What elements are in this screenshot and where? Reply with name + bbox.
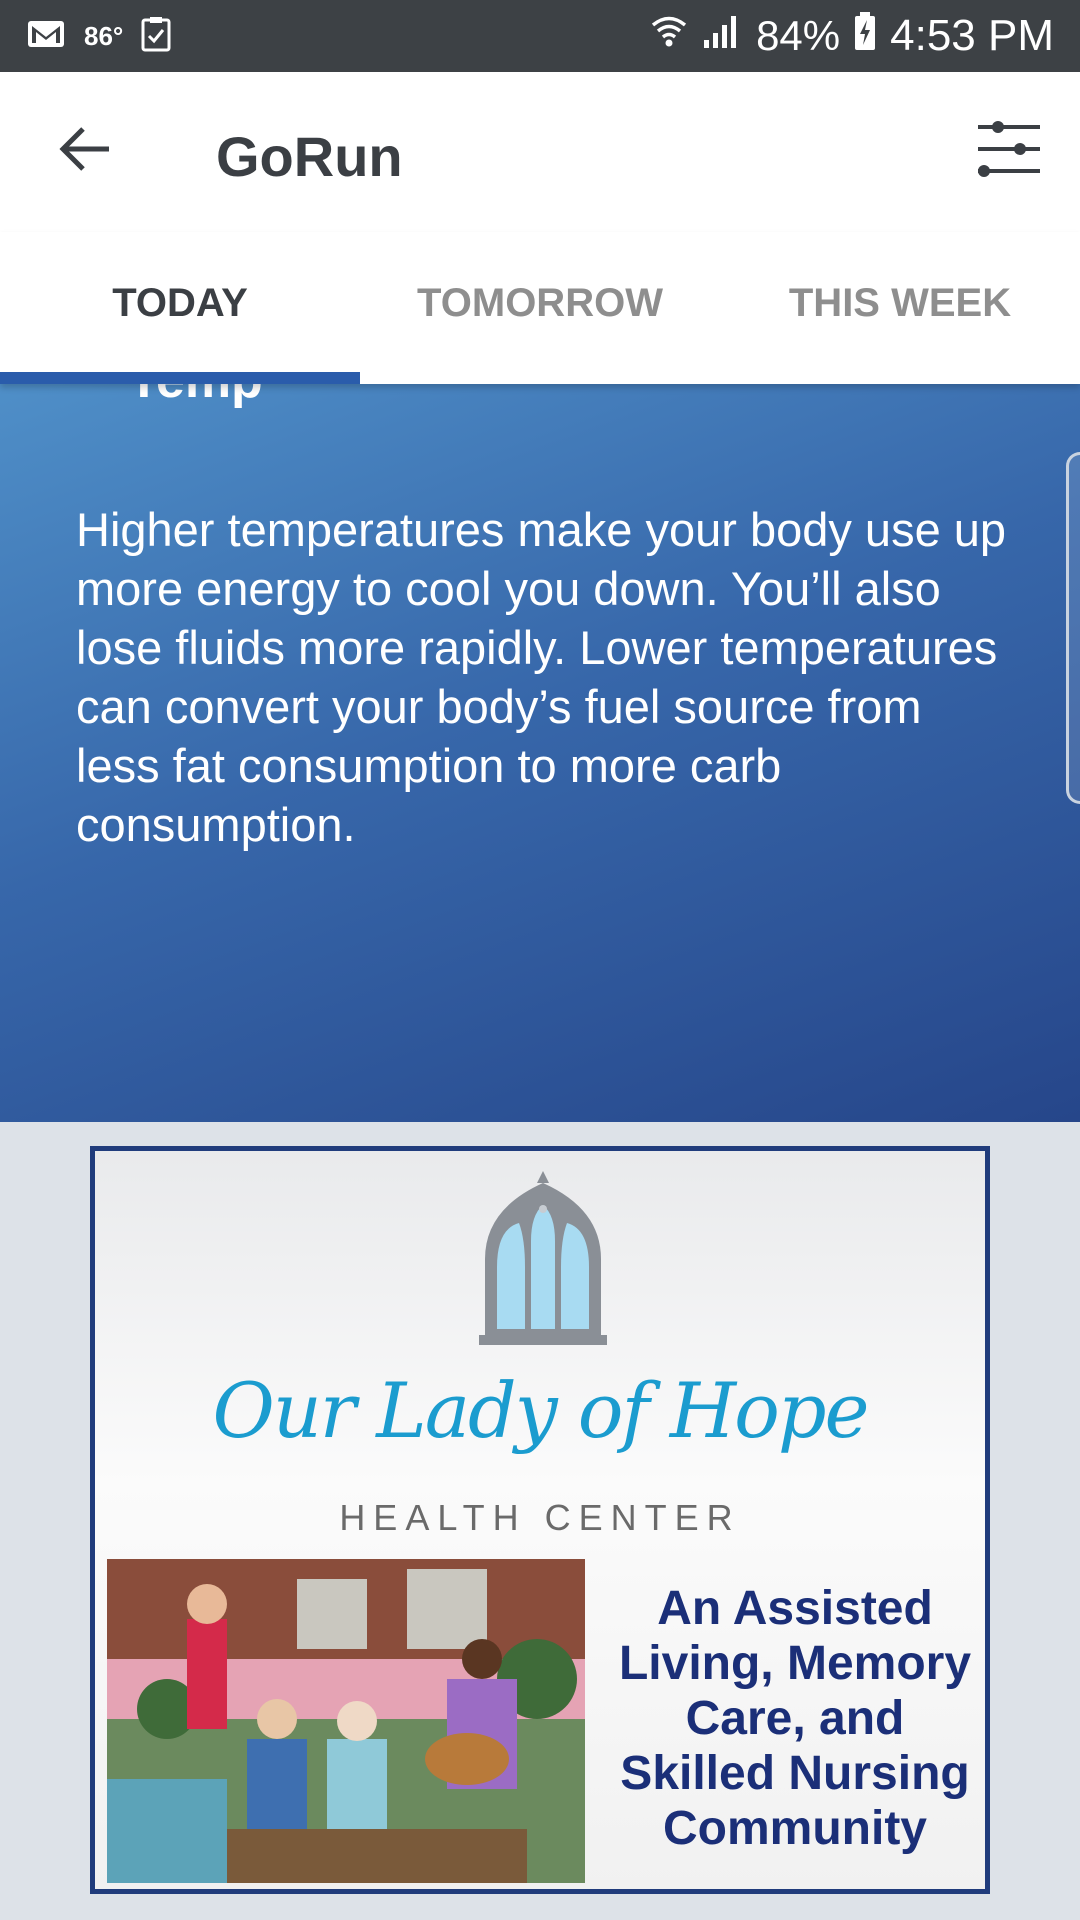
app-bar: GoRun [0,72,1080,232]
tab-this-week[interactable]: THIS WEEK [720,232,1080,384]
ad-script-title: Our Lady of Hope [212,1366,870,1455]
gmail-icon [26,18,66,55]
checklist-icon [141,16,171,57]
tab-today[interactable]: TODAY [0,232,360,384]
weather-temperature: 86° [84,20,124,51]
clock: 4:53 PM [890,11,1054,60]
card-title: Temp [128,384,263,410]
battery-percentage: 84% [756,12,841,59]
advertisement-banner[interactable]: Our Lady of Hope HEALTH CENTER An Assist… [90,1146,990,1894]
tab-bar: TODAY TOMORROW THIS WEEK [0,232,1080,384]
back-button[interactable] [50,120,120,182]
ad-photo-residents [107,1559,585,1883]
ad-subtitle: HEALTH CENTER [339,1497,741,1538]
info-card: Temp Higher temperatures make your body … [0,384,1080,1122]
app-title: GoRun [216,125,403,188]
ad-tagline: An Assisted Living, Memory Care, and Ski… [618,1582,972,1855]
arrow-left-icon [59,126,111,177]
tab-tomorrow[interactable]: TOMORROW [360,232,720,384]
status-bar: 86° 84% 4:53 PM [0,0,1080,72]
signal-icon [702,11,742,61]
chapel-window-logo [475,1169,611,1347]
card-body: Higher temperatures make your body use u… [76,503,1007,851]
wifi-icon [650,11,688,61]
scroll-handle[interactable] [1066,452,1080,804]
filter-button[interactable] [972,118,1046,184]
battery-charging-icon [854,11,876,62]
sliders-icon [976,119,1042,184]
